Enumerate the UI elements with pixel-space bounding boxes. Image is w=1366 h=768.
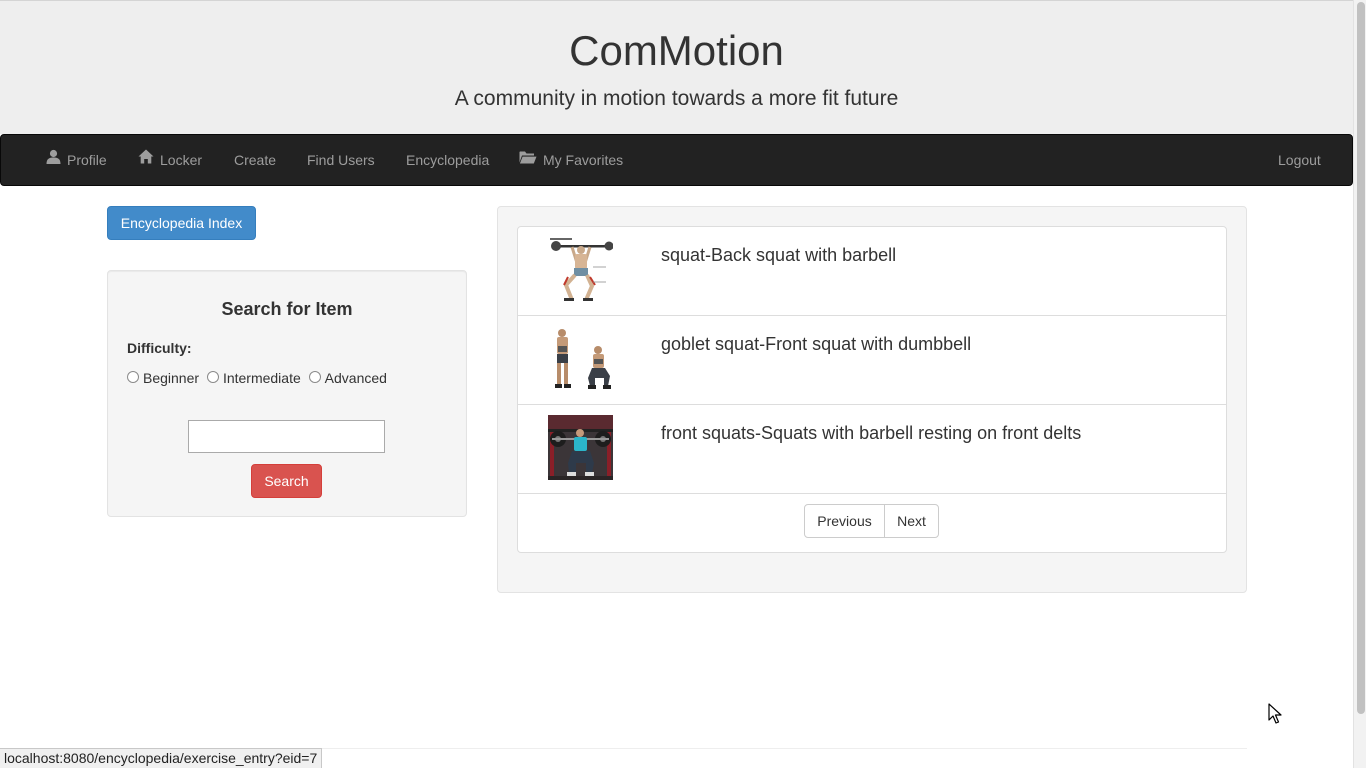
nav-locker[interactable]: Locker (138, 135, 202, 185)
encyclopedia-index-button[interactable]: Encyclopedia Index (107, 206, 256, 240)
main-navbar: Profile Locker Create Find Users Encyclo… (0, 134, 1353, 186)
vertical-scrollbar[interactable] (1353, 0, 1366, 768)
nav-my-favorites[interactable]: My Favorites (519, 135, 623, 185)
nav-create[interactable]: Create (234, 135, 276, 185)
difficulty-label: Difficulty: (127, 340, 192, 356)
nav-find-users[interactable]: Find Users (307, 135, 375, 185)
search-title: Search for Item (221, 299, 353, 319)
nav-profile[interactable]: Profile (46, 135, 107, 185)
result-title: front squats-Squats with barbell resting… (661, 423, 1082, 443)
nav-locker-label: Locker (160, 152, 203, 168)
user-icon (46, 134, 61, 184)
logout-link[interactable]: Logout (1278, 135, 1321, 185)
home-icon (138, 134, 154, 184)
nav-my-favorites-label: My Favorites (543, 152, 624, 168)
scrollbar-thumb[interactable] (1357, 2, 1365, 714)
search-input[interactable] (188, 420, 385, 453)
nav-encyclopedia[interactable]: Encyclopedia (406, 135, 489, 185)
radio-intermediate[interactable] (206, 371, 219, 384)
search-button[interactable]: Search (251, 464, 322, 498)
radio-beginner-label: Beginner (143, 370, 200, 386)
results-panel: squat-Back squat with barbell goblet squ… (497, 206, 1247, 593)
site-header: ComMotion A community in motion towards … (0, 0, 1353, 134)
results-list: squat-Back squat with barbell goblet squ… (517, 226, 1227, 553)
previous-button[interactable]: Previous (804, 504, 885, 538)
result-title: squat-Back squat with barbell (661, 245, 897, 265)
site-tagline: A community in motion towards a more fit… (454, 87, 899, 110)
radio-beginner[interactable] (127, 371, 139, 384)
difficulty-options: Beginner Intermediate Advanced (127, 370, 391, 386)
list-item[interactable]: front squats-Squats with barbell resting… (518, 405, 1226, 494)
site-title: ComMotion (569, 27, 784, 74)
result-title: goblet squat-Front squat with dumbbell (661, 334, 972, 354)
radio-advanced-label: Advanced (324, 370, 387, 386)
exercise-thumbnail (548, 326, 613, 391)
exercise-thumbnail (548, 415, 613, 480)
folder-open-icon (519, 134, 537, 184)
search-panel: Search for Item Difficulty: Beginner Int… (107, 270, 467, 517)
radio-intermediate-label: Intermediate (222, 370, 301, 386)
radio-advanced[interactable] (308, 371, 321, 384)
exercise-thumbnail (548, 237, 613, 302)
list-item[interactable]: squat-Back squat with barbell (518, 227, 1226, 316)
mouse-cursor-icon (1268, 703, 1282, 724)
next-button[interactable]: Next (884, 504, 939, 538)
status-bar-url: localhost:8080/encyclopedia/exercise_ent… (0, 748, 323, 768)
nav-profile-label: Profile (67, 152, 107, 168)
list-item[interactable]: goblet squat-Front squat with dumbbell (518, 316, 1226, 405)
